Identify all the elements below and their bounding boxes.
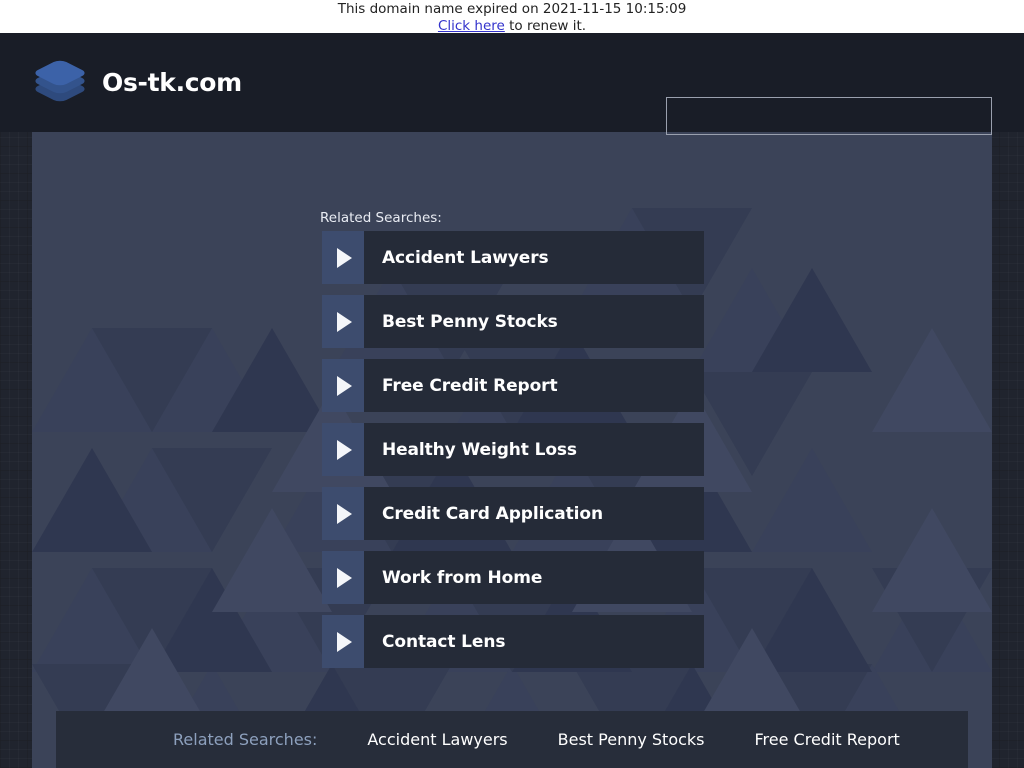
list-item-label: Best Penny Stocks (382, 311, 558, 332)
play-triangle-icon (322, 359, 364, 412)
list-item[interactable]: Credit Card Application (322, 487, 704, 540)
play-triangle-icon (322, 423, 364, 476)
list-item-body: Best Penny Stocks (364, 295, 704, 348)
renew-suffix: to renew it. (504, 17, 587, 34)
play-triangle-icon (322, 487, 364, 540)
list-item-label: Contact Lens (382, 631, 506, 652)
play-triangle-icon (322, 551, 364, 604)
related-searches-label: Related Searches: (320, 210, 442, 226)
play-triangle-icon (322, 615, 364, 668)
renew-line: Click here to renew it. (0, 18, 1024, 35)
play-triangle-icon (322, 231, 364, 284)
list-item-body: Accident Lawyers (364, 231, 704, 284)
site-header: Os-tk.com (0, 33, 1024, 135)
brand-name: Os-tk.com (102, 67, 242, 97)
footer-link[interactable]: Accident Lawyers (367, 730, 507, 749)
list-item-label: Healthy Weight Loss (382, 439, 577, 460)
list-item-body: Healthy Weight Loss (364, 423, 704, 476)
content-panel: Related Searches: Accident Lawyers Best … (32, 132, 992, 768)
list-item-label: Free Credit Report (382, 375, 558, 396)
list-item-body: Credit Card Application (364, 487, 704, 540)
list-item[interactable]: Free Credit Report (322, 359, 704, 412)
list-item[interactable]: Accident Lawyers (322, 231, 704, 284)
footer-link[interactable]: Free Credit Report (755, 730, 900, 749)
footer-link[interactable]: Best Penny Stocks (558, 730, 705, 749)
expiry-message: This domain name expired on 2021-11-15 1… (337, 1, 687, 17)
search-input[interactable] (666, 97, 992, 135)
footer-inner: Related Searches: Accident Lawyers Best … (173, 730, 900, 749)
stacked-layers-icon (31, 53, 89, 111)
brand[interactable]: Os-tk.com (31, 49, 242, 115)
list-item[interactable]: Healthy Weight Loss (322, 423, 704, 476)
list-item-body: Free Credit Report (364, 359, 704, 412)
list-item-body: Contact Lens (364, 615, 704, 668)
footer-related-label: Related Searches: (173, 730, 318, 749)
play-triangle-icon (322, 295, 364, 348)
list-item[interactable]: Contact Lens (322, 615, 704, 668)
page-root: Os-tk.com Related Searches: Accident Law… (0, 33, 1024, 768)
footer-related-bar: Related Searches: Accident Lawyers Best … (56, 711, 968, 768)
list-item-label: Credit Card Application (382, 503, 603, 524)
list-item-body: Work from Home (364, 551, 704, 604)
list-item[interactable]: Work from Home (322, 551, 704, 604)
list-item-label: Accident Lawyers (382, 247, 549, 268)
list-item-label: Work from Home (382, 567, 543, 588)
list-item[interactable]: Best Penny Stocks (322, 295, 704, 348)
renew-link[interactable]: Click here (438, 18, 505, 34)
domain-expiry-banner: This domain name expired on 2021-11-15 1… (0, 0, 1024, 35)
related-searches-list: Accident Lawyers Best Penny Stocks Free … (322, 231, 704, 679)
